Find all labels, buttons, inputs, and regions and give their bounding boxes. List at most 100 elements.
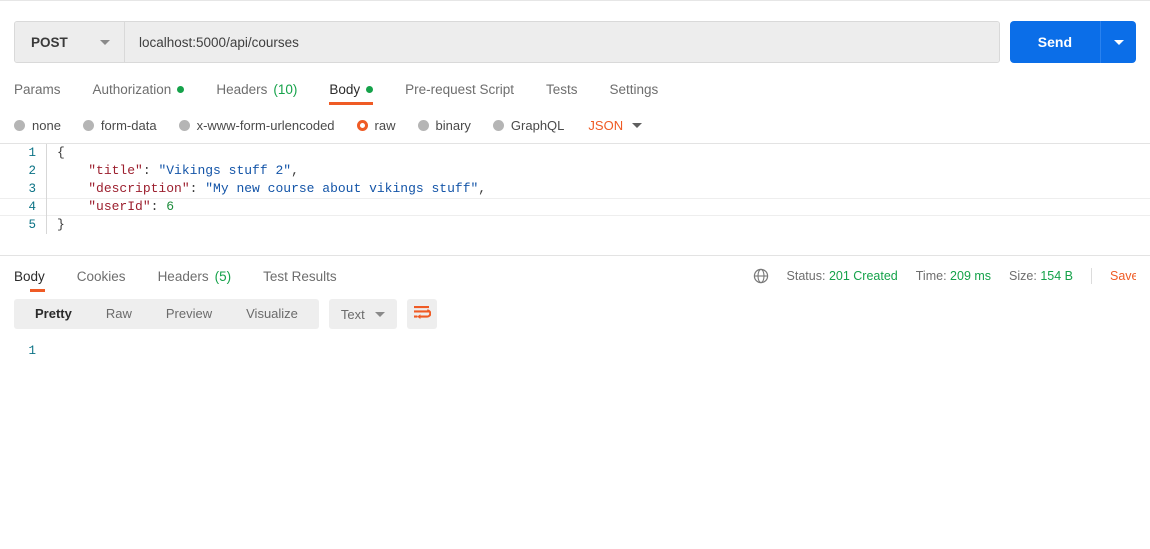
divider [1091, 268, 1092, 284]
postman-window: POST Send Params Authorization Headers (10)… [0, 0, 1150, 549]
token-pun [57, 181, 88, 196]
code-line[interactable]: 1{ [0, 144, 1150, 162]
token-pun: , [478, 181, 487, 196]
token-pun: : [142, 163, 159, 178]
word-wrap-toggle-button[interactable] [406, 299, 437, 329]
radio-icon [14, 119, 25, 131]
request-url-bar: POST Send [0, 1, 1150, 69]
code-line[interactable]: 4 "userId": 6 [0, 198, 1150, 216]
body-type-label: x-www-form-urlencoded [196, 117, 335, 133]
token-str: "Vikings stuff 2" [158, 163, 292, 178]
status-label: Status: [786, 269, 826, 283]
token-pun: : [189, 181, 206, 196]
body-type-options: none form-data x-www-form-urlencoded raw bin… [0, 105, 1150, 139]
send-options-button[interactable] [1100, 21, 1136, 63]
response-tab-test-results[interactable]: Test Results [247, 268, 353, 293]
response-format-select[interactable]: Text [328, 299, 397, 329]
response-tab-headers[interactable]: Headers (5) [142, 268, 248, 293]
body-type-label: none [32, 117, 61, 133]
status-field: Status: 201 Created [787, 269, 898, 283]
token-key: "userId" [88, 199, 151, 214]
http-method-select[interactable]: POST [15, 22, 125, 62]
send-button-group: Send [1009, 21, 1136, 63]
body-type-label: binary [435, 117, 471, 133]
request-tab-tests[interactable]: Tests [530, 82, 594, 106]
chevron-down-icon [632, 122, 643, 128]
body-type-graphql[interactable]: GraphQL [492, 117, 565, 133]
body-type-binary[interactable]: binary [417, 117, 471, 133]
radio-icon [82, 119, 94, 131]
body-type-raw[interactable]: raw [356, 117, 396, 133]
code-line[interactable]: 2 "title": "Vikings stuff 2", [0, 162, 1150, 180]
tab-label: Params [14, 81, 61, 97]
view-mode-preview[interactable]: Preview [149, 299, 229, 329]
response-tab-body[interactable]: Body [14, 268, 61, 293]
response-body[interactable]: 1 [0, 336, 1150, 496]
tab-label: Test Results [263, 268, 337, 284]
http-method-label: POST [31, 34, 68, 50]
body-type-label: raw [374, 117, 396, 133]
method-url-group: POST [14, 21, 1000, 63]
request-tab-settings[interactable]: Settings [593, 81, 674, 106]
body-type-label: GraphQL [510, 117, 565, 133]
request-tab-body[interactable]: Body [313, 82, 389, 106]
token-str: "My new course about vikings stuff" [205, 181, 479, 196]
line-number: 4 [28, 200, 36, 214]
code-line-text: "userId": 6 [46, 198, 1150, 216]
request-url-input[interactable] [125, 22, 999, 62]
request-tabs: Params Authorization Headers (10) Body Pre-re… [0, 69, 1150, 105]
time-value: 209 ms [950, 269, 992, 283]
size-value: 154 B [1040, 269, 1073, 283]
save-response-link[interactable]: Save Response [1110, 269, 1136, 283]
request-tab-pre-request-script[interactable]: Pre-request Script [389, 81, 530, 106]
line-number: 3 [28, 182, 36, 196]
token-pun: , [291, 163, 299, 178]
size-field: Size: 154 B [1009, 269, 1073, 283]
radio-icon [178, 119, 190, 131]
status-value: 201 Created [828, 269, 898, 283]
tab-count-badge: (5) [214, 268, 232, 284]
code-line[interactable]: 5} [0, 216, 1150, 234]
code-line[interactable]: 3 "description": "My new course about vi… [0, 180, 1150, 198]
response-bar: Body Cookies Headers (5) Test Results Status… [0, 256, 1150, 292]
tab-label: Pre-request Script [405, 81, 514, 97]
green-dot-icon [366, 85, 374, 93]
code-line-text: { [46, 144, 1150, 162]
response-status-group: Status: 201 Created Time: 209 ms Size: 1… [753, 268, 1136, 292]
response-line: 1 [0, 342, 1150, 360]
response-format-label: Text [340, 306, 365, 322]
tab-label: Body [14, 268, 45, 284]
body-type-form-data[interactable]: form-data [82, 118, 157, 133]
request-tab-params[interactable]: Params [14, 81, 77, 106]
green-dot-icon [177, 85, 185, 93]
request-tab-authorization[interactable]: Authorization [77, 82, 201, 106]
line-number: 5 [28, 218, 36, 232]
line-number: 2 [28, 164, 36, 178]
token-num: 6 [166, 199, 175, 214]
raw-format-select[interactable]: JSON [588, 117, 643, 133]
request-body-editor[interactable]: 1{2 "title": "Vikings stuff 2", 3 "descri… [0, 143, 1150, 256]
radio-icon [356, 119, 368, 131]
tab-label: Cookies [76, 268, 126, 284]
raw-format-label: JSON [588, 117, 624, 133]
response-tab-cookies[interactable]: Cookies [61, 268, 142, 293]
token-key: "title" [88, 163, 143, 178]
tab-label: Headers [157, 268, 209, 284]
tab-label: Settings [609, 81, 659, 97]
time-label: Time: [915, 269, 947, 283]
request-tab-headers[interactable]: Headers (10) [200, 81, 313, 106]
send-button[interactable]: Send [1009, 21, 1100, 63]
body-type-none[interactable]: none [14, 118, 61, 133]
token-pun [57, 199, 88, 214]
line-number: 1 [28, 146, 36, 160]
tab-count-badge: (10) [273, 81, 298, 97]
view-mode-raw[interactable]: Raw [89, 299, 149, 329]
token-pun [57, 163, 88, 178]
globe-icon [753, 268, 769, 284]
tab-label: Headers [216, 81, 268, 97]
response-tabs: Body Cookies Headers (5) Test Results [14, 268, 353, 293]
response-toolbar: Pretty Raw Preview Visualize Text [0, 292, 1150, 336]
body-type-x-www-form-urlencoded[interactable]: x-www-form-urlencoded [178, 117, 335, 133]
view-mode-visualize[interactable]: Visualize [229, 299, 315, 329]
view-mode-pretty[interactable]: Pretty [18, 299, 89, 329]
